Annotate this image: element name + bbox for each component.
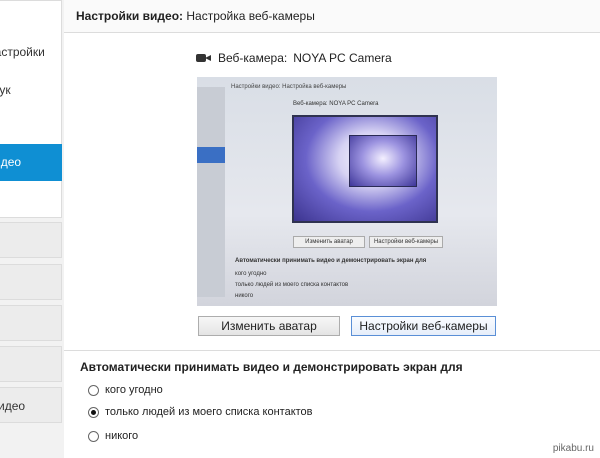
webcam-device-name: NOYA PC Camera: [293, 51, 392, 65]
sidebar-item-general[interactable]: Настройки: [0, 45, 62, 59]
breadcrumb: Настройка веб-камеры: [186, 9, 315, 23]
webcam-settings-button[interactable]: Настройки веб-камеры: [351, 316, 496, 336]
webcam-icon: [196, 53, 212, 63]
sidebar-section[interactable]: [0, 305, 62, 341]
sidebar-section[interactable]: [0, 346, 62, 382]
radio-button[interactable]: [88, 406, 99, 418]
radio-nobody[interactable]: никого: [88, 428, 138, 444]
preview-section-title: Автоматически принимать видео и демонстр…: [235, 258, 427, 264]
webcam-label: Веб-камера:: [218, 51, 288, 65]
watermark: pikabu.ru: [552, 443, 594, 454]
radio-button[interactable]: [88, 384, 99, 396]
radio-label: только людей из моего списка контактов: [105, 406, 313, 418]
sidebar: Настройки Звук Видео Видео: [0, 0, 64, 458]
preview-option: только людей из моего списка контактов: [235, 282, 349, 288]
webcam-preview: Настройки видео: Настройка веб-камеры Ве…: [197, 77, 497, 306]
preview-option: никого: [235, 293, 254, 299]
radio-label: кого угодно: [105, 384, 163, 396]
settings-nav: Настройки Звук Видео: [0, 0, 62, 218]
preview-header: Настройки видео: Настройка веб-камеры: [231, 84, 347, 90]
sidebar-section[interactable]: [0, 264, 62, 300]
auto-accept-title: Автоматически принимать видео и демонстр…: [80, 360, 463, 374]
preview-option: кого угодно: [235, 271, 267, 277]
preview-settings-button: Настройки веб-камеры: [369, 236, 443, 248]
radio-label: никого: [105, 430, 139, 442]
page-title: Настройки видео:: [76, 9, 184, 23]
preview-cam-label: Веб-камера: NOYA PC Camera: [293, 101, 379, 107]
divider: [64, 350, 600, 351]
radio-button[interactable]: [88, 430, 99, 442]
change-avatar-button[interactable]: Изменить аватар: [198, 316, 340, 336]
radio-anyone[interactable]: кого угодно: [88, 382, 163, 398]
preview-sidebar-selected: [197, 147, 225, 163]
preview-avatar-button: Изменить аватар: [293, 236, 365, 248]
sidebar-section-video[interactable]: Видео: [0, 387, 62, 423]
radio-contacts-only[interactable]: только людей из моего списка контактов: [88, 404, 313, 420]
preview-sidebar: [197, 87, 225, 297]
sidebar-item-video[interactable]: Видео: [0, 144, 62, 181]
sidebar-item-sound[interactable]: Звук: [0, 83, 62, 97]
webcam-row: Веб-камера: NOYA PC Camera: [196, 50, 392, 66]
page-header: Настройки видео: Настройка веб-камеры: [64, 0, 600, 33]
sidebar-section[interactable]: [0, 222, 62, 258]
preview-inner-screen: [349, 135, 417, 187]
